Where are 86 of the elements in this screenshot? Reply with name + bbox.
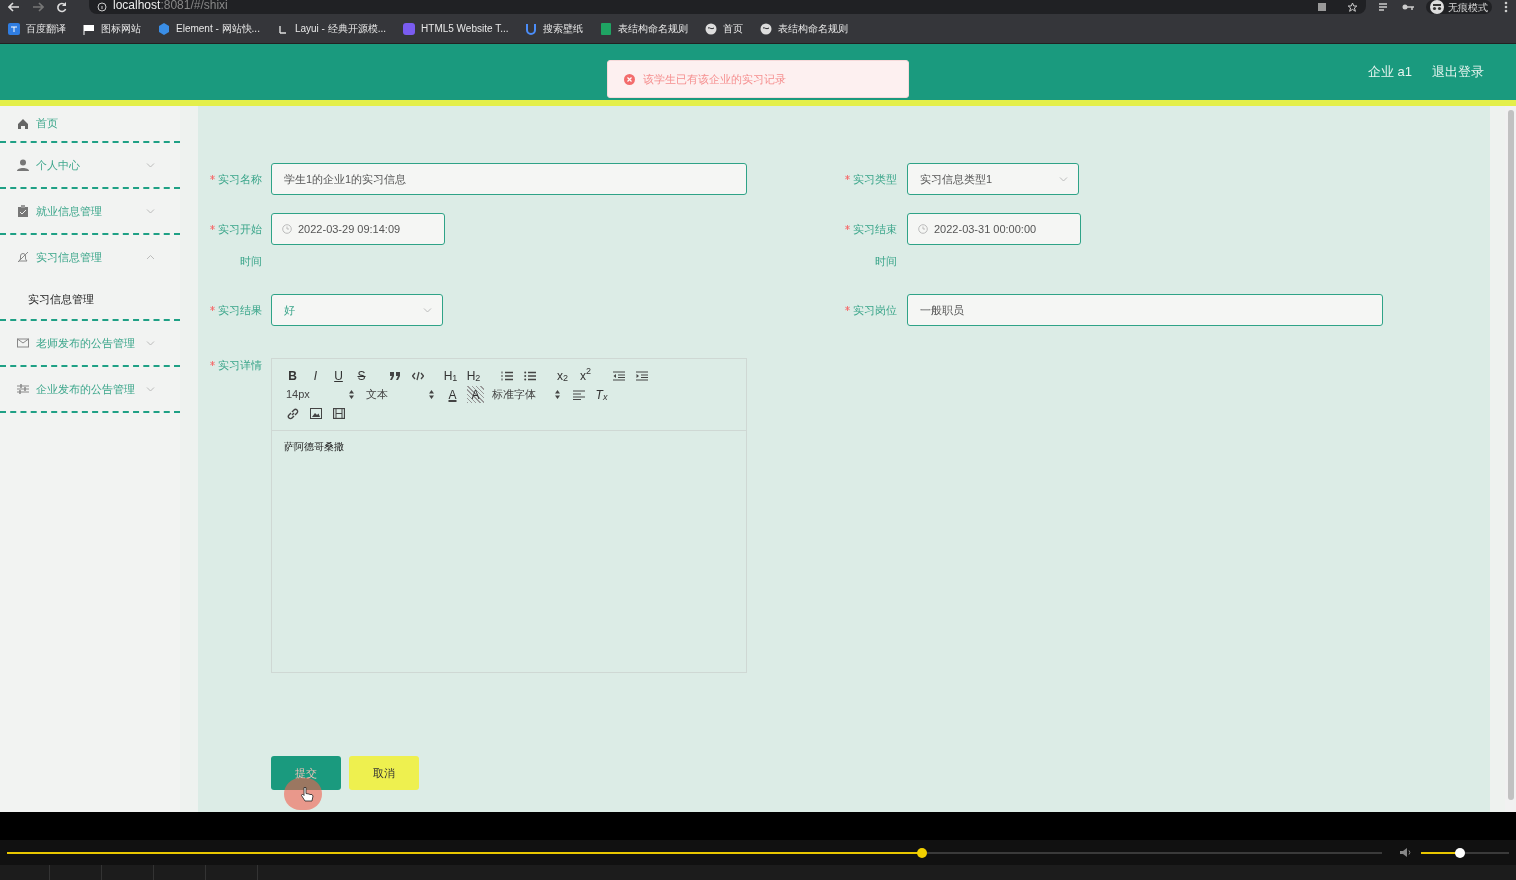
field-label: 实习开始时间 <box>208 213 262 277</box>
clipboard-icon <box>17 205 29 217</box>
field-label: 实习名称 <box>208 163 262 195</box>
bookmark[interactable]: 表结构命名规则 <box>760 21 849 36</box>
date-field[interactable]: 2022-03-29 09:14:09 <box>271 213 445 245</box>
indent-icon[interactable] <box>635 370 648 381</box>
chevron-down-icon <box>423 307 432 313</box>
clock-icon <box>282 224 292 234</box>
updown-icon <box>555 390 560 399</box>
date-field[interactable]: 2022-03-31 00:00:00 <box>907 213 1081 245</box>
volume-icon[interactable] <box>1399 847 1414 858</box>
square-icon <box>403 22 416 35</box>
person-icon <box>17 159 29 171</box>
bookmark[interactable]: 图标网站 <box>83 21 141 36</box>
error-message: 该学生已有该企业的实习记录 <box>643 71 786 87</box>
forward-icon[interactable] <box>32 2 44 12</box>
back-icon[interactable] <box>8 2 20 12</box>
error-icon <box>624 73 635 85</box>
format-button[interactable]: U <box>330 367 347 384</box>
bookmark[interactable]: 百度翻译 <box>8 21 66 36</box>
clock-icon <box>918 224 928 234</box>
format-button[interactable]: B <box>284 367 301 384</box>
video-icon[interactable] <box>332 408 345 419</box>
field-label: 实习详情 <box>208 349 262 381</box>
numbered-list-icon[interactable] <box>500 370 513 381</box>
playlist-icon[interactable] <box>1378 2 1390 12</box>
format-button[interactable]: H$_{2}$ <box>465 367 482 384</box>
image-icon[interactable] <box>309 408 322 419</box>
bookmark[interactable]: Element - 网站快... <box>158 21 260 36</box>
user-name: 企业 a1 <box>1367 63 1412 82</box>
bookmark[interactable]: 搜索壁纸 <box>525 21 584 36</box>
format-button[interactable]: A <box>467 386 484 403</box>
updown-icon <box>349 390 354 399</box>
link-icon[interactable] <box>286 407 299 420</box>
bookmark[interactable]: HTML5 Website T... <box>403 21 509 36</box>
more-icon[interactable] <box>1504 1 1508 13</box>
bookmark[interactable]: Layui - 经典开源模... <box>276 21 387 36</box>
editor-picker[interactable]: 文本 <box>364 386 438 403</box>
info-icon <box>97 2 107 12</box>
code-icon[interactable] <box>411 370 424 381</box>
quote-icon[interactable] <box>388 370 401 381</box>
field-label: 实习岗位 <box>843 294 897 326</box>
home-icon <box>17 117 29 130</box>
input-field[interactable]: 一般职员 <box>907 294 1383 326</box>
format-button[interactable]: x$^{2}$ <box>577 367 594 384</box>
format-button[interactable]: T$_{x}$ <box>593 386 610 403</box>
format-button[interactable]: S <box>353 367 370 384</box>
format-button[interactable]: H$_{1}$ <box>442 367 459 384</box>
field-label: 实习结束时间 <box>843 213 897 277</box>
rich-text-editor[interactable]: B I U S H$_{1}$ H$_{2}$ x$_{2}$ x$^{2}$ 14px 文本 A A 标准字体 T$_{x}$ 萨阿德哥桑撒 <box>271 358 747 673</box>
cancel-button[interactable]: 取消 <box>349 756 419 790</box>
format-button[interactable]: x$_{2}$ <box>554 367 571 384</box>
bookmark[interactable]: 表结构命名规则 <box>600 21 689 36</box>
magnet-icon <box>525 22 538 35</box>
editor-text: 萨阿德哥桑撒 <box>284 440 345 454</box>
updown-icon <box>429 390 434 399</box>
field-label: 实习结果 <box>208 294 262 326</box>
globe-icon <box>760 22 773 35</box>
incognito-badge[interactable]: 无痕模式 <box>1426 0 1492 14</box>
key-icon[interactable] <box>1402 3 1414 11</box>
outdent-icon[interactable] <box>612 370 625 381</box>
bullet-list-icon[interactable] <box>523 370 536 381</box>
align-icon[interactable] <box>572 389 585 400</box>
pointer-cursor-icon <box>300 786 314 802</box>
editor-picker[interactable]: 14px <box>284 386 358 403</box>
bookmark[interactable]: 首页 <box>705 21 744 36</box>
globe-icon <box>705 22 718 35</box>
editor-picker[interactable]: 标准字体 <box>490 386 564 403</box>
sidebar-subitem[interactable]: 实习信息管理 <box>0 279 180 319</box>
envelope-icon <box>17 337 29 349</box>
hexagon-icon <box>158 22 170 35</box>
volume-handle[interactable] <box>1454 847 1465 858</box>
seek-handle[interactable] <box>916 847 927 858</box>
bell-off-icon <box>17 251 29 263</box>
chevron-down-icon <box>1059 176 1068 182</box>
sliders-icon <box>17 383 29 395</box>
reload-icon[interactable] <box>56 1 67 13</box>
address-bar-url[interactable]: localhost:8081/#/shixi <box>113 0 228 11</box>
field-label: 实习类型 <box>843 163 897 195</box>
format-button[interactable]: A <box>444 386 461 403</box>
sheet-icon <box>600 22 613 35</box>
input-field[interactable]: 学生1的企业1的实习信息 <box>271 163 747 195</box>
star-icon[interactable] <box>1347 1 1358 13</box>
select-field[interactable]: 实习信息类型1 <box>907 163 1079 195</box>
format-button[interactable]: I <box>307 367 324 384</box>
flag-icon <box>83 22 95 35</box>
